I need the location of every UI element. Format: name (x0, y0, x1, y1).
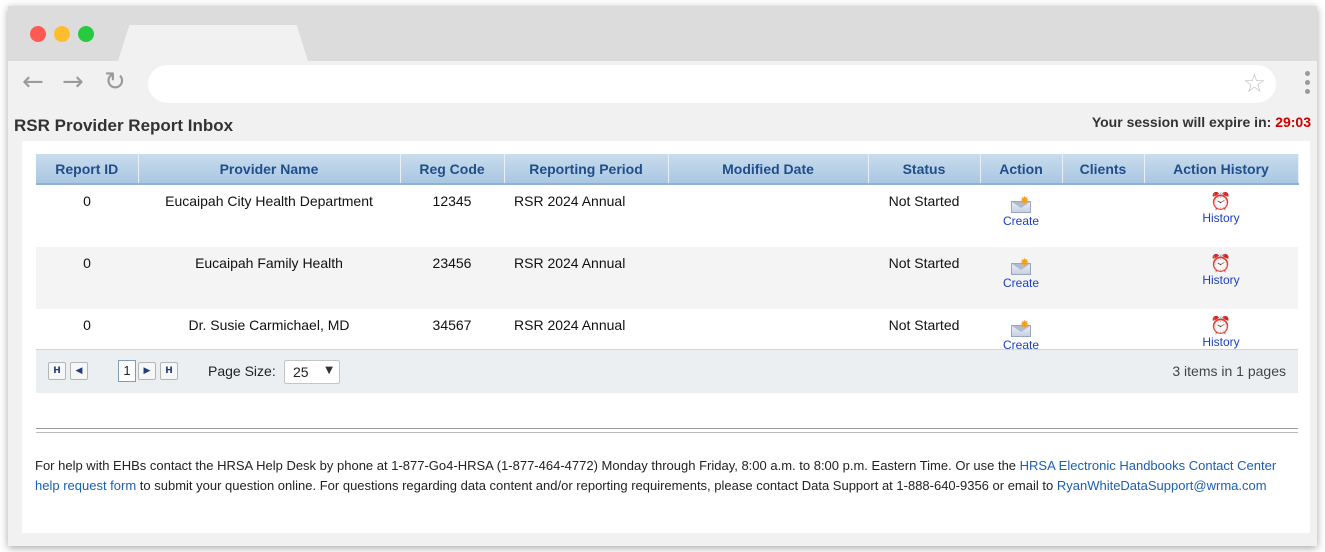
content-panel: Report ID Provider Name Reg Code Reporti… (22, 141, 1310, 533)
report-grid: Report ID Provider Name Reg Code Reporti… (36, 154, 1299, 371)
col-header-action-history: Action History (1144, 154, 1299, 185)
history-label: History (1202, 211, 1240, 225)
session-time: 29:03 (1275, 114, 1311, 130)
cell-action: ✸ Create (980, 184, 1062, 247)
help-text-1: For help with EHBs contact the HRSA Help… (35, 458, 1020, 473)
cell-status: Not Started (888, 193, 960, 209)
grid-header-row: Report ID Provider Name Reg Code Reporti… (36, 154, 1299, 185)
history-button[interactable]: ⏰ History (1202, 193, 1239, 225)
first-page-button[interactable]: H (48, 362, 66, 380)
tab-strip (8, 6, 1317, 61)
session-timer: Your session will expire in: 29:03 (1092, 114, 1311, 130)
browser-menu-icon[interactable] (1305, 71, 1311, 94)
page: RSR Provider Report Inbox Your session w… (8, 106, 1317, 546)
browser-toolbar: ← → ↻ ☆ (8, 61, 1317, 106)
cell-provider-name: Eucaipah Family Health (138, 247, 400, 309)
cell-report-id: 0 (83, 193, 91, 209)
page-size-label: Page Size: (208, 363, 276, 379)
cell-action-history: ⏰ History (1144, 247, 1298, 309)
col-header-reporting-period[interactable]: Reporting Period (504, 154, 669, 185)
cell-status: Not Started (868, 247, 980, 309)
maximize-window-button[interactable] (78, 26, 94, 42)
prev-page-button[interactable]: ◀ (70, 362, 88, 380)
create-label: Create (1002, 214, 1040, 228)
last-page-button[interactable]: H (160, 362, 178, 380)
forward-arrow-icon[interactable]: → (62, 67, 84, 97)
table-row: 0 Eucaipah City Health Department 12345 … (36, 184, 1298, 247)
cell-reg-code: 12345 (432, 193, 472, 209)
alarm-clock-icon: ⏰ (1210, 192, 1232, 212)
envelope-create-icon: ✸ (1011, 256, 1031, 275)
col-header-modified-date[interactable]: Modified Date (668, 154, 869, 185)
address-bar[interactable]: ☆ (148, 65, 1276, 103)
col-header-provider-name[interactable]: Provider Name (138, 154, 401, 185)
alarm-clock-icon: ⏰ (1210, 316, 1232, 336)
browser-window: ← → ↻ ☆ RSR Provider Report Inbox Your s… (8, 6, 1317, 546)
reload-icon[interactable]: ↻ (104, 67, 126, 97)
pager: H ◀ 1 ▶ H Page Size: 25 ▼ 3 items in 1 p… (36, 349, 1298, 393)
create-button[interactable]: ✸ Create (1003, 255, 1039, 290)
help-text: For help with EHBs contact the HRSA Help… (35, 456, 1303, 496)
cell-report-id: 0 (36, 247, 138, 309)
page-size-value: 25 (293, 364, 309, 380)
cell-action-history: ⏰ History (1144, 184, 1298, 247)
help-text-2: to submit your question online. For ques… (136, 478, 1057, 493)
cell-reg-code: 23456 (400, 247, 504, 309)
session-label: Your session will expire in: (1091, 114, 1272, 130)
table-row: 0 Eucaipah Family Health 23456 RSR 2024 … (36, 247, 1298, 309)
chevron-down-icon: ▼ (325, 365, 333, 376)
page-size-select[interactable]: 25 ▼ (284, 360, 340, 384)
next-page-button[interactable]: ▶ (138, 362, 156, 380)
history-label: History (1202, 273, 1240, 287)
items-info: 3 items in 1 pages (1172, 363, 1286, 379)
col-header-clients: Clients (1062, 154, 1145, 185)
close-window-button[interactable] (30, 26, 46, 42)
cell-reporting-period: RSR 2024 Annual (514, 193, 626, 209)
cell-clients (1062, 247, 1144, 309)
cell-action: ✸ Create (980, 247, 1062, 309)
cell-reporting-period: RSR 2024 Annual (504, 247, 668, 309)
col-header-action: Action (980, 154, 1063, 185)
envelope-create-icon: ✸ (1011, 194, 1031, 213)
current-page[interactable]: 1 (118, 360, 136, 382)
create-button[interactable]: ✸ Create (1003, 317, 1039, 352)
minimize-window-button[interactable] (54, 26, 70, 42)
create-button[interactable]: ✸ Create (1003, 193, 1039, 228)
col-header-reg-code[interactable]: Reg Code (400, 154, 505, 185)
cell-modified-date (668, 184, 868, 247)
create-label: Create (1002, 276, 1040, 290)
window-controls (30, 26, 94, 42)
history-label: History (1202, 335, 1240, 349)
history-button[interactable]: ⏰ History (1202, 317, 1239, 349)
back-arrow-icon[interactable]: ← (22, 67, 44, 97)
alarm-clock-icon: ⏰ (1210, 254, 1232, 274)
history-button[interactable]: ⏰ History (1202, 255, 1239, 287)
col-header-status[interactable]: Status (868, 154, 981, 185)
divider (36, 428, 1298, 433)
browser-tab[interactable] (118, 25, 308, 61)
data-support-email-link[interactable]: RyanWhiteDataSupport@wrma.com (1057, 478, 1267, 493)
col-header-report-id[interactable]: Report ID (36, 154, 139, 185)
cell-provider-name: Eucaipah City Health Department (165, 193, 373, 209)
cell-modified-date (668, 247, 868, 309)
page-title: RSR Provider Report Inbox (14, 116, 234, 135)
cell-clients (1062, 184, 1144, 247)
envelope-create-icon: ✸ (1011, 318, 1031, 337)
bookmark-star-icon[interactable]: ☆ (1243, 69, 1266, 99)
